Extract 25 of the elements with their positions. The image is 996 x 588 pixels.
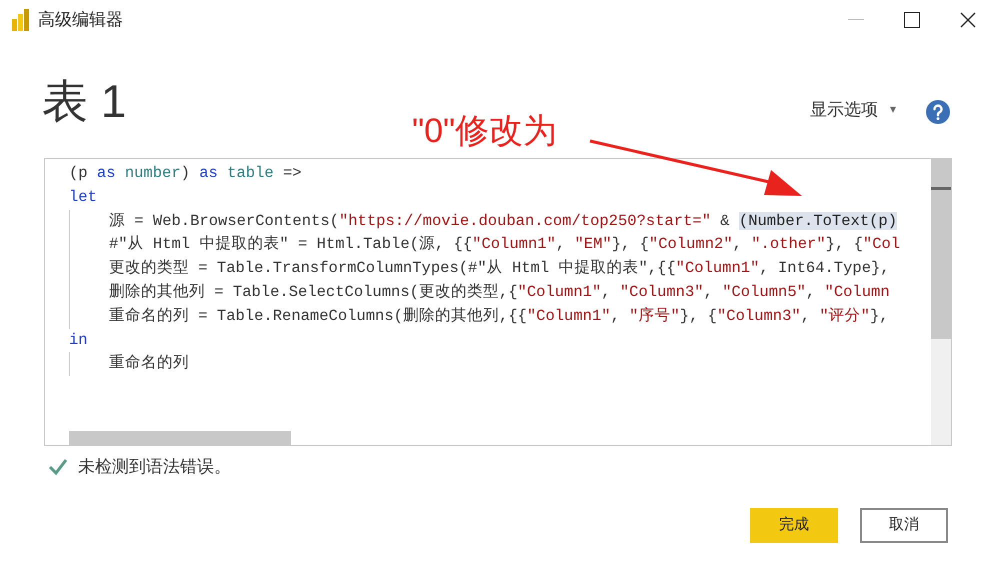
app-logo-icon [12,9,30,31]
code-line: 重命名的列 = Table.RenameColumns(删除的其他列,{{"Column1", "序号"}, {"Column3", "评分"}, [109,306,890,327]
help-icon[interactable] [926,100,950,124]
code-line: 更改的类型 = Table.TransformColumnTypes(#"从 Html 中提取的表",{{"Column1", Int64.Type}, [109,258,891,280]
vertical-scrollbar[interactable] [931,159,951,445]
minimize-icon [848,19,864,21]
code-editor[interactable] [44,158,952,446]
code-line: (p as number) as table => [69,163,303,184]
maximize-icon [904,12,920,28]
cancel-button[interactable]: 取消 [860,508,948,543]
annotation-text: "0"修改为 [412,112,558,150]
query-name: 表 1 [42,78,126,124]
code-line: let [69,186,98,208]
code-line: 删除的其他列 = Table.SelectColumns(更改的类型,{"Column1", "Column3", "Column5", "Column [109,282,891,303]
horizontal-scrollbar-thumb[interactable] [69,431,291,445]
display-options-dropdown[interactable]: 显示选项 ▾ [810,96,896,122]
status-message: 未检测到语法错误。 [78,456,231,478]
code-line: in [69,330,89,351]
code-line: 重命名的列 [109,353,190,374]
scrollbar-thumb[interactable] [931,159,951,339]
checkmark-icon [48,458,68,476]
close-icon [960,12,976,28]
window-title: 高级编辑器 [38,9,123,32]
code-line: #"从 Html 中提取的表" = Html.Table(源, {{"Column1", "EM"}, {"Column2", ".other"}, {"Col [109,234,902,256]
done-button[interactable]: 完成 [750,508,838,543]
